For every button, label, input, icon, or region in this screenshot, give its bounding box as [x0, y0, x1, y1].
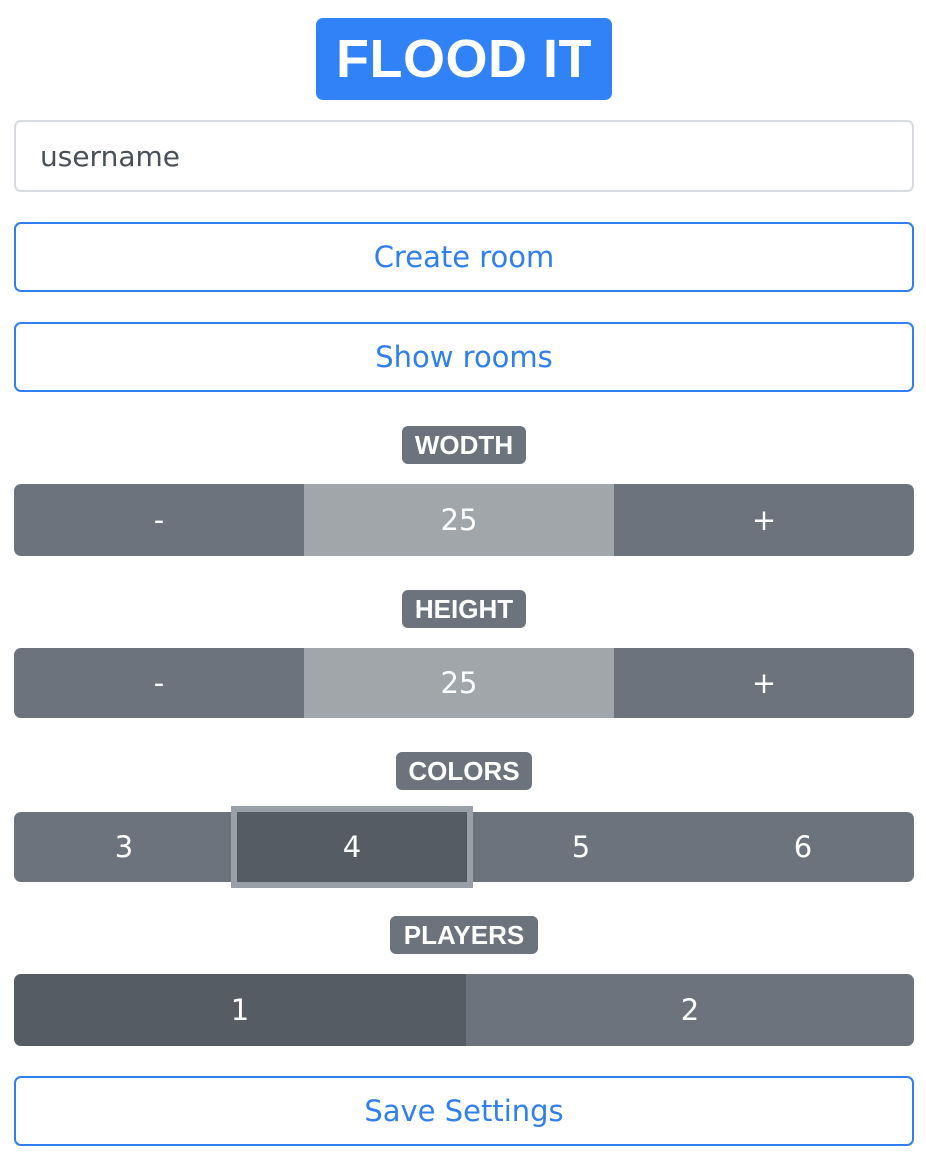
- colors-option-3[interactable]: 3: [14, 812, 234, 882]
- colors-label: COLORS: [396, 752, 532, 790]
- app-title: FLOOD IT: [316, 18, 612, 100]
- height-increment-button[interactable]: +: [614, 648, 914, 718]
- height-value: 25: [304, 648, 614, 718]
- save-settings-button[interactable]: Save Settings: [14, 1076, 914, 1146]
- players-label: PLAYERS: [390, 916, 538, 954]
- height-label: HEIGHT: [402, 590, 526, 628]
- players-selector: 1 2: [14, 974, 914, 1046]
- height-decrement-button[interactable]: -: [14, 648, 304, 718]
- colors-option-6[interactable]: 6: [692, 812, 914, 882]
- create-room-button[interactable]: Create room: [14, 222, 914, 292]
- width-increment-button[interactable]: +: [614, 484, 914, 556]
- show-rooms-button[interactable]: Show rooms: [14, 322, 914, 392]
- width-decrement-button[interactable]: -: [14, 484, 304, 556]
- username-input[interactable]: [14, 120, 914, 192]
- colors-selector: 3 4 5 6: [14, 806, 914, 888]
- colors-option-4[interactable]: 4: [231, 806, 473, 888]
- height-stepper: - 25 +: [14, 648, 914, 718]
- players-option-1[interactable]: 1: [14, 974, 466, 1046]
- colors-option-5[interactable]: 5: [470, 812, 692, 882]
- width-label: WODTH: [402, 426, 526, 464]
- width-value: 25: [304, 484, 614, 556]
- players-option-2[interactable]: 2: [466, 974, 914, 1046]
- width-stepper: - 25 +: [14, 484, 914, 556]
